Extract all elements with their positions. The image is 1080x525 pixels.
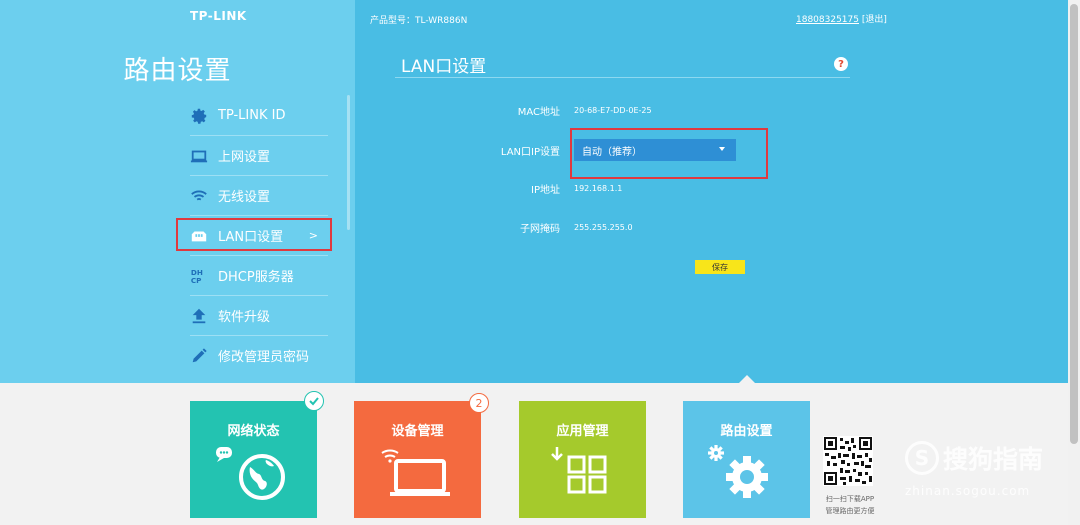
tile-label: 设备管理	[391, 424, 444, 439]
check-icon	[304, 391, 324, 411]
upload-icon	[190, 307, 208, 325]
qr-code	[823, 436, 873, 486]
laptop-icon	[190, 147, 208, 165]
qr-caption-line2: 管理路由更方便	[825, 507, 875, 515]
page-scrollbar-thumb[interactable]	[1070, 4, 1078, 444]
save-button[interactable]: 保存	[695, 260, 745, 274]
account-link[interactable]: 18808325175	[796, 15, 859, 25]
chevron-right-icon: >	[308, 229, 318, 242]
sidebar-item-tp-link-id[interactable]: TP-LINK ID	[190, 96, 328, 136]
tile-app-management[interactable]: 应用管理	[519, 401, 646, 518]
tile-network-status[interactable]: 网络状态	[190, 401, 317, 518]
lan-ip-label: LAN口IP设置	[500, 146, 560, 158]
gear-icon	[190, 107, 208, 125]
caret-down-icon	[719, 147, 725, 151]
sidebar-item-label: TP-LINK ID	[218, 108, 286, 123]
globe-icon	[216, 447, 285, 500]
section-divider	[395, 77, 850, 78]
sidebar-item-upgrade[interactable]: 软件升级	[190, 296, 328, 336]
lan-ip-row: LAN口IP设置 自动（推荐）	[440, 139, 840, 161]
ip-label: IP地址	[531, 184, 560, 196]
active-tile-pointer	[739, 375, 755, 383]
tile-label: 应用管理	[556, 424, 609, 439]
page-title: 路由设置	[123, 56, 232, 86]
sidebar-menu: TP-LINK ID 上网设置 无线设置 LAN口设置 > DH CP DHCP服…	[190, 96, 328, 375]
mask-label: 子网掩码	[520, 223, 560, 235]
mac-row: MAC地址 20-68-E7-DD-0E-25	[440, 100, 840, 120]
watermark-url: zhinan.sogou.com	[905, 484, 1031, 498]
mask-value: 255.255.255.0	[574, 222, 633, 232]
logout-link[interactable]: [退出]	[862, 15, 887, 25]
sidebar-item-label: 修改管理员密码	[218, 350, 310, 365]
sidebar-item-label: 软件升级	[218, 310, 271, 325]
sidebar-item-wireless[interactable]: 无线设置	[190, 176, 328, 216]
sidebar-item-internet[interactable]: 上网设置	[190, 136, 328, 176]
sogou-logo-icon: S	[905, 441, 939, 475]
lan-port-icon	[190, 227, 208, 245]
model-label: 产品型号：TL-WR886N	[370, 16, 468, 26]
tile-label: 网络状态	[227, 424, 280, 439]
lan-ip-mode-value: 自动（推荐）	[582, 146, 642, 158]
pencil-icon	[190, 347, 208, 365]
dhcp-icon: DH CP	[190, 267, 208, 285]
tile-label: 路由设置	[720, 424, 773, 439]
apps-grid-icon	[551, 447, 607, 494]
laptop-wifi-icon	[381, 449, 450, 496]
qr-caption: 扫一扫下载APP 管理路由更方便	[815, 493, 885, 517]
tile-router-settings[interactable]: 路由设置	[683, 401, 810, 518]
ip-row: IP地址 192.168.1.1	[440, 178, 840, 198]
wifi-icon	[190, 187, 208, 205]
tile-device-management[interactable]: 设备管理	[354, 401, 481, 518]
sidebar-item-dhcp[interactable]: DH CP DHCP服务器	[190, 256, 328, 296]
gear-icon	[708, 445, 768, 498]
device-count-badge: 2	[469, 393, 489, 413]
sidebar-item-label: DHCP服务器	[218, 270, 294, 285]
help-icon[interactable]: ?	[834, 57, 848, 71]
sidebar-item-label: 无线设置	[218, 190, 271, 205]
ip-value: 192.168.1.1	[574, 183, 623, 193]
mac-value: 20-68-E7-DD-0E-25	[574, 105, 652, 115]
sidebar-item-label: 上网设置	[218, 150, 271, 165]
sidebar-scrollbar[interactable]	[347, 95, 350, 230]
svg-text:CP: CP	[191, 276, 202, 285]
qr-caption-line1: 扫一扫下载APP	[825, 495, 875, 503]
tp-link-logo: TP-LINK	[190, 9, 247, 23]
section-title: LAN口设置	[401, 57, 487, 77]
mac-label: MAC地址	[517, 106, 560, 118]
watermark-text: 搜狗指南	[943, 445, 1044, 474]
page-scrollbar[interactable]	[1068, 0, 1080, 525]
lan-ip-mode-select[interactable]: 自动（推荐）	[574, 139, 736, 161]
sidebar-item-password[interactable]: 修改管理员密码	[190, 336, 328, 375]
sidebar-item-label: LAN口设置	[218, 230, 284, 245]
sidebar-item-lan[interactable]: LAN口设置 >	[190, 216, 328, 256]
watermark: S 搜狗指南	[905, 440, 1043, 476]
account-area: 18808325175 [退出]	[796, 12, 887, 25]
mask-row: 子网掩码 255.255.255.0	[440, 217, 840, 237]
